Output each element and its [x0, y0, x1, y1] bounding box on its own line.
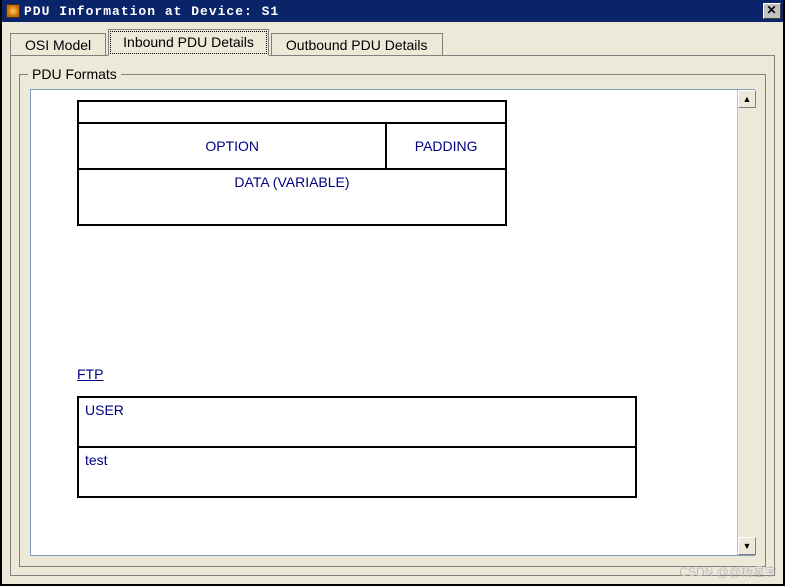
field-option: OPTION — [78, 123, 386, 169]
pdu-formats-group: PDU Formats OPTION PADDING DATA (VARIABL… — [19, 74, 766, 567]
tab-inbound-pdu-details[interactable]: Inbound PDU Details — [108, 29, 269, 56]
ftp-command-cell: USER — [78, 397, 636, 447]
titlebar: PDU Information at Device: S1 ✕ — [2, 0, 783, 22]
pdu-fragment-table: OPTION PADDING DATA (VARIABLE) — [77, 100, 507, 226]
ftp-section-label: FTP — [77, 366, 103, 382]
field-data-variable: DATA (VARIABLE) — [78, 169, 506, 225]
scroll-down-icon[interactable]: ▼ — [738, 537, 756, 555]
client-area: OSI Model Inbound PDU Details Outbound P… — [4, 22, 781, 582]
tab-outbound-pdu-details[interactable]: Outbound PDU Details — [271, 33, 443, 57]
ftp-arg-cell: test — [78, 447, 636, 497]
app-icon — [6, 4, 20, 18]
ftp-table: USER test — [77, 396, 637, 498]
close-icon[interactable]: ✕ — [763, 3, 781, 19]
group-title: PDU Formats — [28, 66, 121, 82]
tab-osi-model[interactable]: OSI Model — [10, 33, 106, 57]
scroll-area: OPTION PADDING DATA (VARIABLE) FTP USER … — [30, 89, 755, 556]
field-padding: PADDING — [386, 123, 506, 169]
app-window: PDU Information at Device: S1 ✕ OSI Mode… — [0, 0, 785, 586]
window-title: PDU Information at Device: S1 — [24, 4, 763, 19]
tab-page: PDU Formats OPTION PADDING DATA (VARIABL… — [10, 55, 775, 576]
scroll-up-icon[interactable]: ▲ — [738, 90, 756, 108]
content-pane: OPTION PADDING DATA (VARIABLE) FTP USER … — [31, 90, 737, 555]
vertical-scrollbar[interactable]: ▲ ▼ — [737, 90, 755, 555]
tab-strip: OSI Model Inbound PDU Details Outbound P… — [10, 30, 775, 56]
fragment-prev-row — [78, 101, 506, 123]
